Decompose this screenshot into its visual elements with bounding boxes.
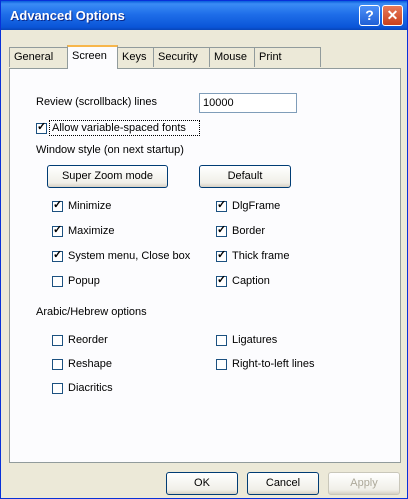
tab-screen[interactable]: Screen	[67, 45, 118, 69]
border-label: Border	[232, 225, 266, 237]
default-button[interactable]: Default	[199, 165, 291, 188]
checkmark-icon: ✓	[217, 224, 227, 236]
checkmark-icon: ✓	[53, 199, 63, 211]
arabic-hebrew-label: Arabic/Hebrew options	[36, 306, 147, 318]
right-to-left-label: Right-to-left lines	[232, 358, 315, 370]
system-menu-label: System menu, Close box	[68, 250, 191, 262]
thick-frame-label: Thick frame	[232, 250, 290, 262]
checkmark-icon: ✓	[217, 249, 227, 261]
dlgframe-label: DlgFrame	[232, 200, 281, 212]
ok-button[interactable]: OK	[166, 472, 238, 495]
checkmark-icon: ✓	[217, 274, 227, 286]
close-icon: ✕	[386, 7, 399, 23]
review-lines-input[interactable]: 10000	[199, 93, 297, 113]
reshape-checkbox[interactable]	[52, 359, 63, 370]
window-style-label: Window style (on next startup)	[36, 144, 184, 156]
super-zoom-button[interactable]: Super Zoom mode	[47, 165, 168, 188]
cancel-button[interactable]: Cancel	[247, 472, 319, 495]
window-title: Advanced Options	[10, 8, 125, 23]
checkmark-icon: ✓	[53, 224, 63, 236]
diacritics-checkbox[interactable]	[52, 383, 63, 394]
tab-general[interactable]: General	[9, 47, 68, 67]
tab-mouse[interactable]: Mouse	[209, 47, 255, 67]
caption-checkbox[interactable]: ✓	[216, 274, 227, 287]
help-button[interactable]: ?	[359, 5, 380, 26]
caption-label: Caption	[232, 275, 270, 287]
apply-button[interactable]: Apply	[328, 472, 400, 495]
checkmark-icon: ✓	[217, 199, 227, 211]
tab-print-wizard[interactable]: Print Wizard	[254, 47, 321, 81]
dlgframe-checkbox[interactable]: ✓	[216, 199, 227, 212]
maximize-checkbox[interactable]: ✓	[52, 224, 63, 237]
border-checkbox[interactable]: ✓	[216, 224, 227, 237]
checkmark-icon: ✓	[53, 249, 63, 261]
help-icon: ?	[365, 7, 374, 23]
review-lines-label: Review (scrollback) lines	[36, 96, 158, 108]
minimize-label: Minimize	[68, 200, 112, 212]
diacritics-label: Diacritics	[68, 382, 113, 394]
reorder-checkbox[interactable]	[52, 335, 63, 346]
ligatures-label: Ligatures	[232, 334, 278, 346]
tab-security[interactable]: Security	[153, 47, 210, 67]
focus-rect	[49, 120, 200, 136]
right-to-left-checkbox[interactable]	[216, 359, 227, 370]
tab-keys[interactable]: Keys	[117, 47, 154, 67]
popup-checkbox[interactable]	[52, 276, 63, 287]
minimize-checkbox[interactable]: ✓	[52, 199, 63, 212]
ligatures-checkbox[interactable]	[216, 335, 227, 346]
maximize-label: Maximize	[68, 225, 115, 237]
thick-frame-checkbox[interactable]: ✓	[216, 249, 227, 262]
system-menu-checkbox[interactable]: ✓	[52, 249, 63, 262]
title-bar: Advanced Options ? ✕	[1, 1, 407, 30]
reshape-label: Reshape	[68, 358, 113, 370]
checkmark-icon: ✓	[37, 121, 47, 133]
close-button[interactable]: ✕	[382, 5, 403, 26]
variable-fonts-checkbox[interactable]: ✓	[36, 121, 47, 134]
reorder-label: Reorder	[68, 334, 108, 346]
popup-label: Popup	[68, 275, 100, 287]
advanced-options-dialog: Advanced Options ? ✕ General Screen Keys…	[0, 0, 408, 499]
